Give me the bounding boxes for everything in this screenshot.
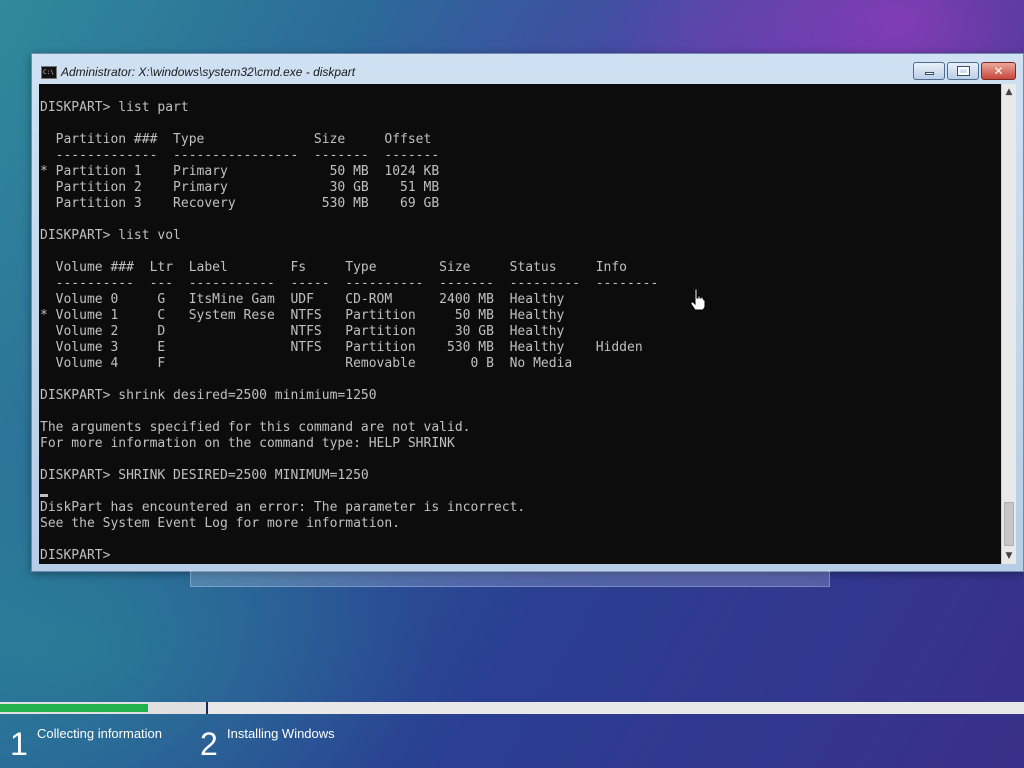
cmd-window[interactable]: C:\ Administrator: X:\windows\system32\c… xyxy=(31,53,1024,572)
cmd-icon: C:\ xyxy=(41,66,57,79)
setup-progress-bar xyxy=(0,702,1024,714)
progress-fill xyxy=(0,704,148,712)
window-title: Administrator: X:\windows\system32\cmd.e… xyxy=(61,65,356,79)
setup-dialog-edge xyxy=(190,570,830,587)
vertical-scrollbar[interactable]: ▲ ▼ xyxy=(1001,84,1016,564)
scroll-thumb[interactable] xyxy=(1004,502,1014,546)
console-text: DISKPART> list part Partition ### Type S… xyxy=(40,100,659,563)
scroll-up-arrow-icon[interactable]: ▲ xyxy=(1002,84,1016,100)
console-output[interactable]: DISKPART> list part Partition ### Type S… xyxy=(39,84,1001,564)
scroll-down-arrow-icon[interactable]: ▼ xyxy=(1002,548,1016,564)
minimize-icon xyxy=(925,72,934,75)
progress-segment-1 xyxy=(0,702,208,714)
step-label: Collecting information xyxy=(37,726,163,741)
title-bar[interactable]: C:\ Administrator: X:\windows\system32\c… xyxy=(32,54,1023,84)
progress-segment-2 xyxy=(210,702,1024,714)
close-icon: ✕ xyxy=(993,64,1004,78)
maximize-button[interactable] xyxy=(947,62,979,80)
hand-pointer-icon xyxy=(690,288,706,311)
maximize-icon xyxy=(957,66,970,76)
text-cursor xyxy=(40,494,48,497)
step-number: 1 xyxy=(10,726,28,762)
step-number: 2 xyxy=(200,726,218,762)
minimize-button[interactable] xyxy=(913,62,945,80)
step-label: Installing Windows xyxy=(227,726,335,741)
close-button[interactable]: ✕ xyxy=(981,62,1016,80)
